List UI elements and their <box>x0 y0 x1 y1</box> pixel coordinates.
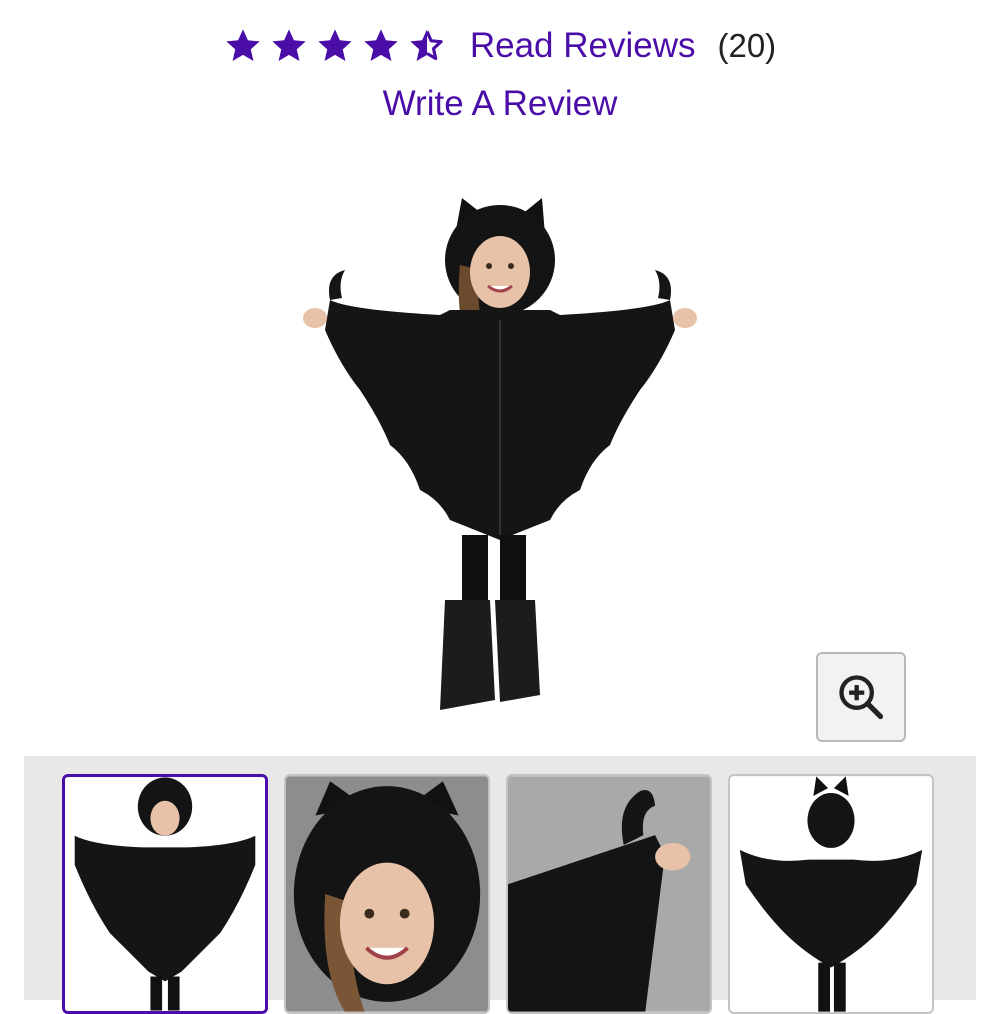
thumbnail-image <box>65 777 265 1011</box>
star-icon <box>364 29 398 62</box>
star-icon <box>318 29 352 62</box>
thumb-hood-closeup[interactable] <box>284 774 490 1014</box>
review-count: (20) <box>717 27 777 64</box>
star-rating <box>224 27 446 65</box>
product-title-cutoff <box>0 0 1000 10</box>
write-review-container: Write A Review <box>0 84 1000 124</box>
zoom-button[interactable] <box>816 652 906 742</box>
star-icon <box>226 29 260 62</box>
thumbnail-image <box>508 776 710 1012</box>
product-main-image <box>303 198 697 710</box>
thumbnail-image <box>286 776 488 1012</box>
thumb-back-view[interactable] <box>728 774 934 1014</box>
write-review-link[interactable]: Write A Review <box>383 84 618 123</box>
read-reviews-link[interactable]: Read Reviews <box>470 26 696 66</box>
star-icon <box>272 29 306 62</box>
thumbnail-image <box>730 776 932 1012</box>
thumb-front-full[interactable] <box>62 774 268 1014</box>
zoom-in-icon <box>839 675 884 720</box>
thumbnail-strip <box>24 756 976 1014</box>
thumb-wing-detail[interactable] <box>506 774 712 1014</box>
half-star-icon <box>410 29 443 62</box>
rating-row: Read Reviews (20) <box>0 26 1000 66</box>
